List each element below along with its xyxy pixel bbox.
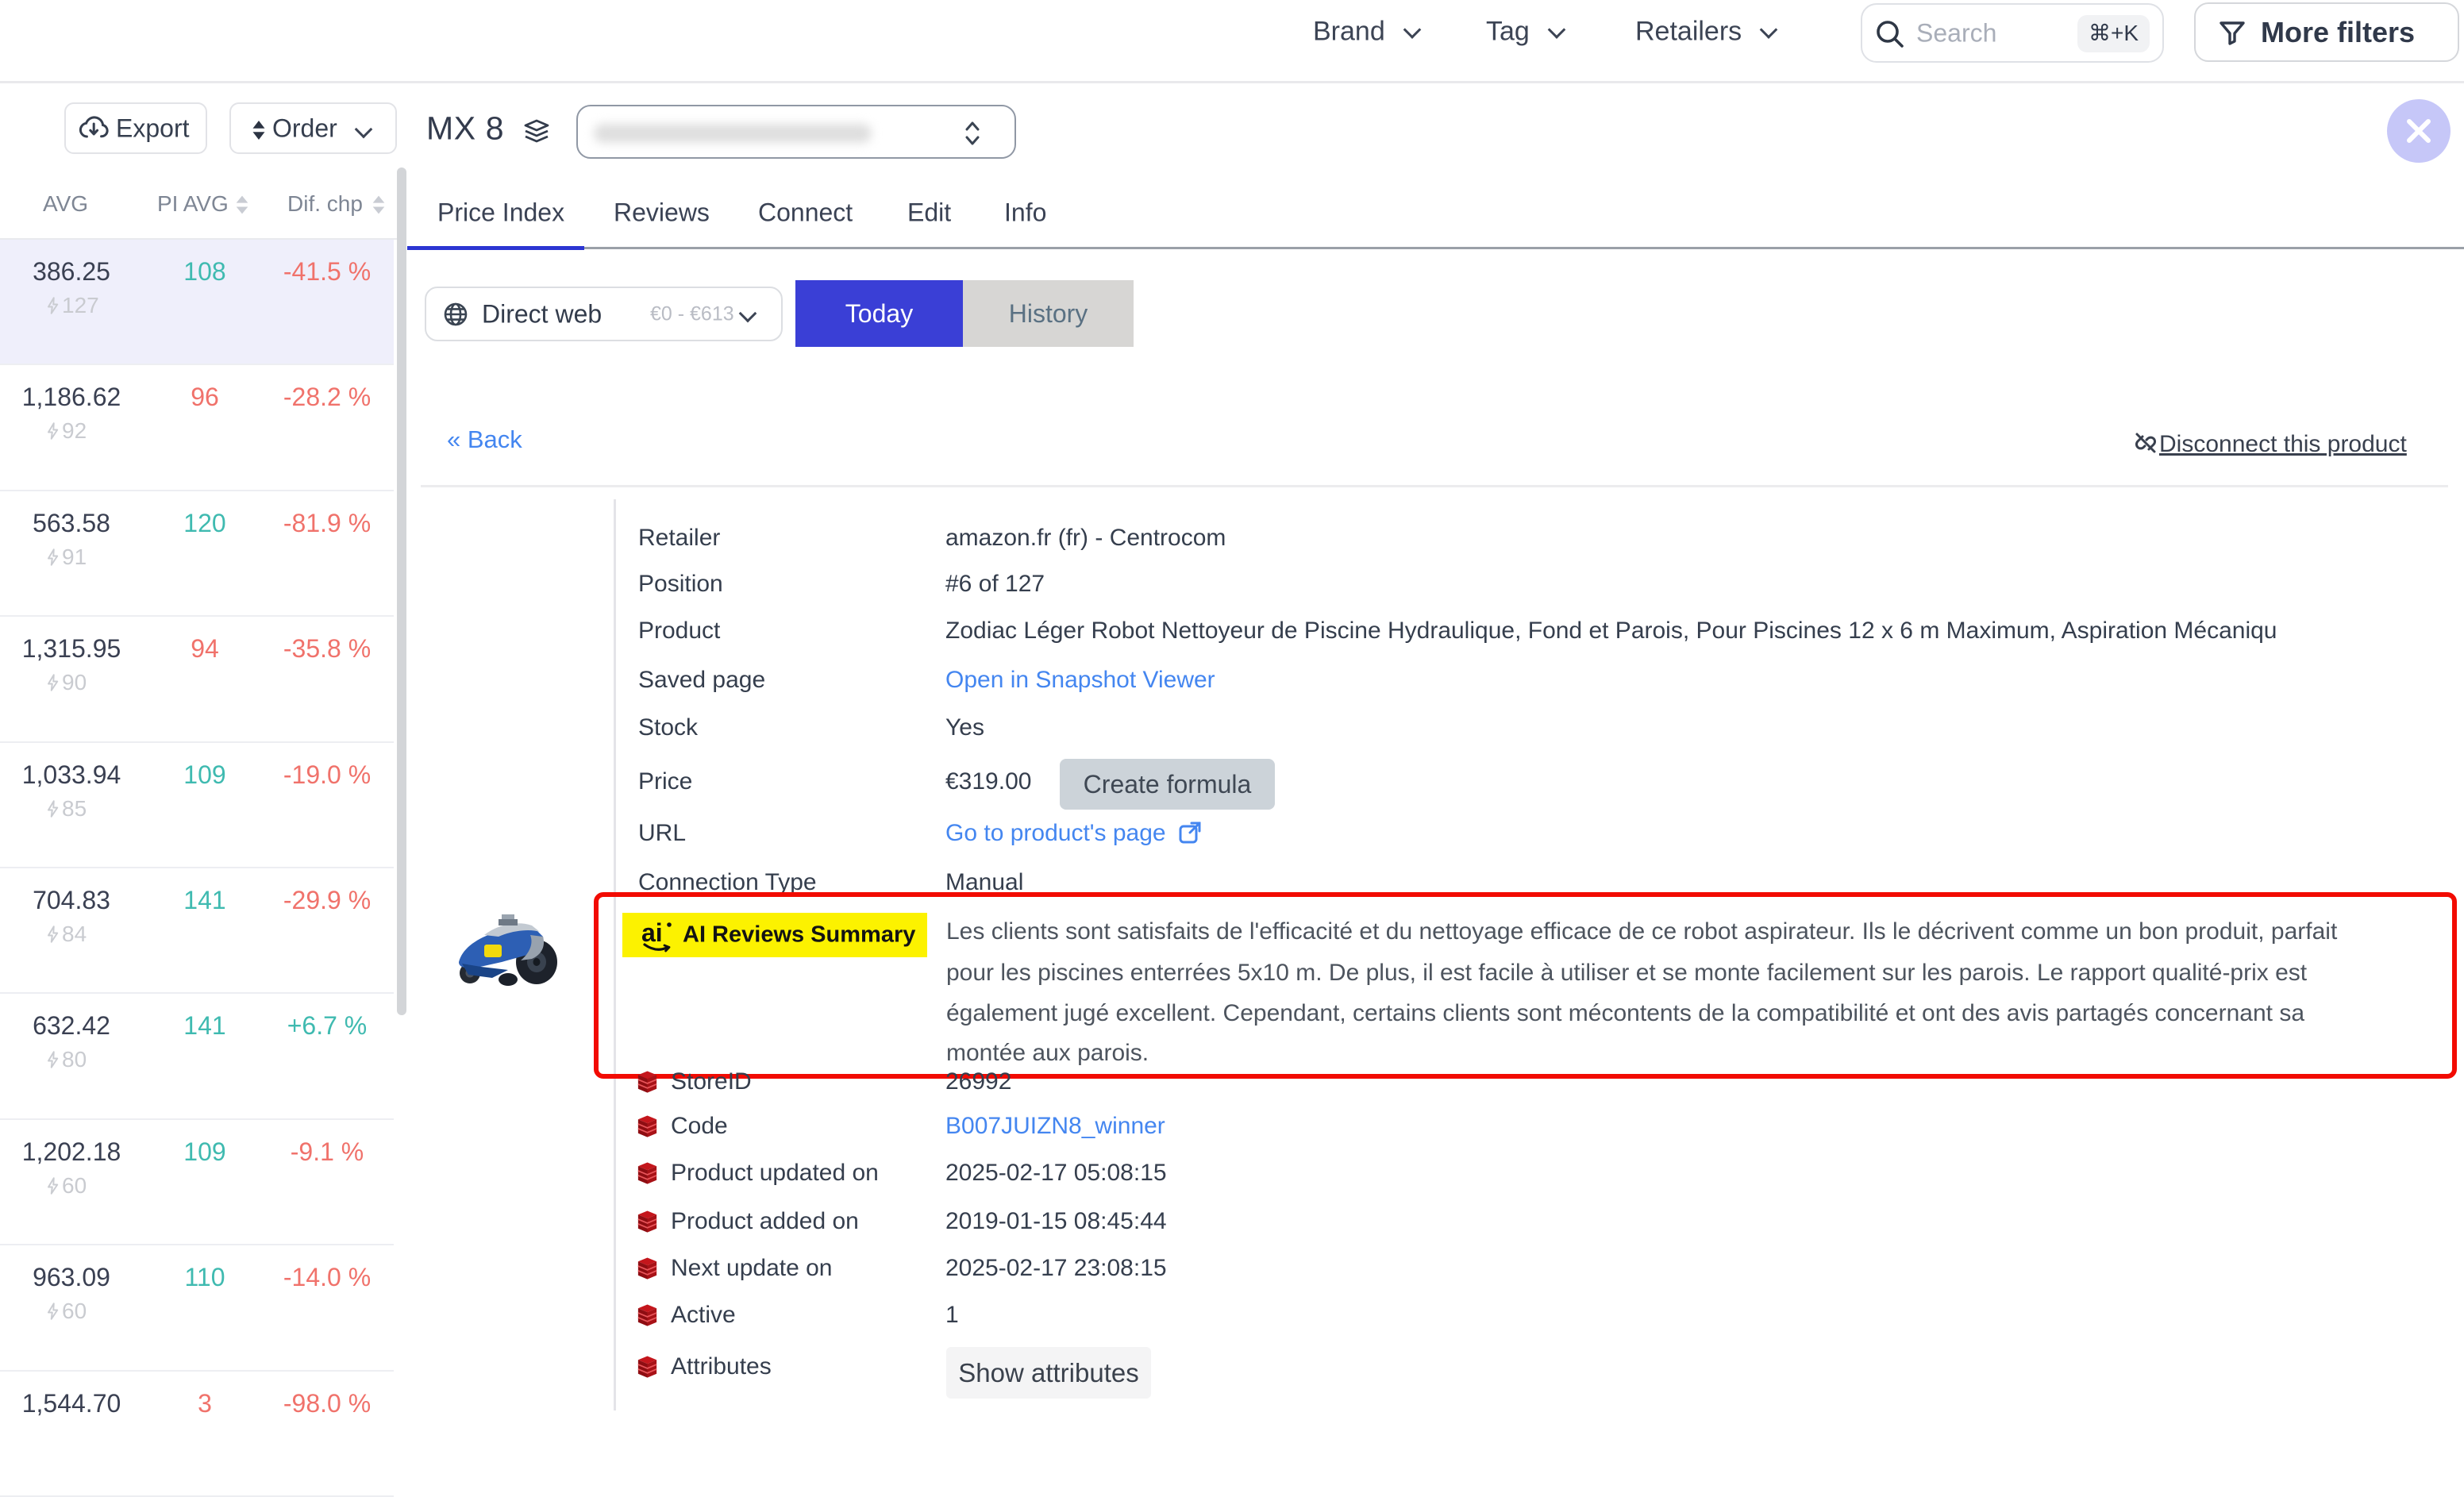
svg-text:ai: ai (641, 918, 663, 947)
